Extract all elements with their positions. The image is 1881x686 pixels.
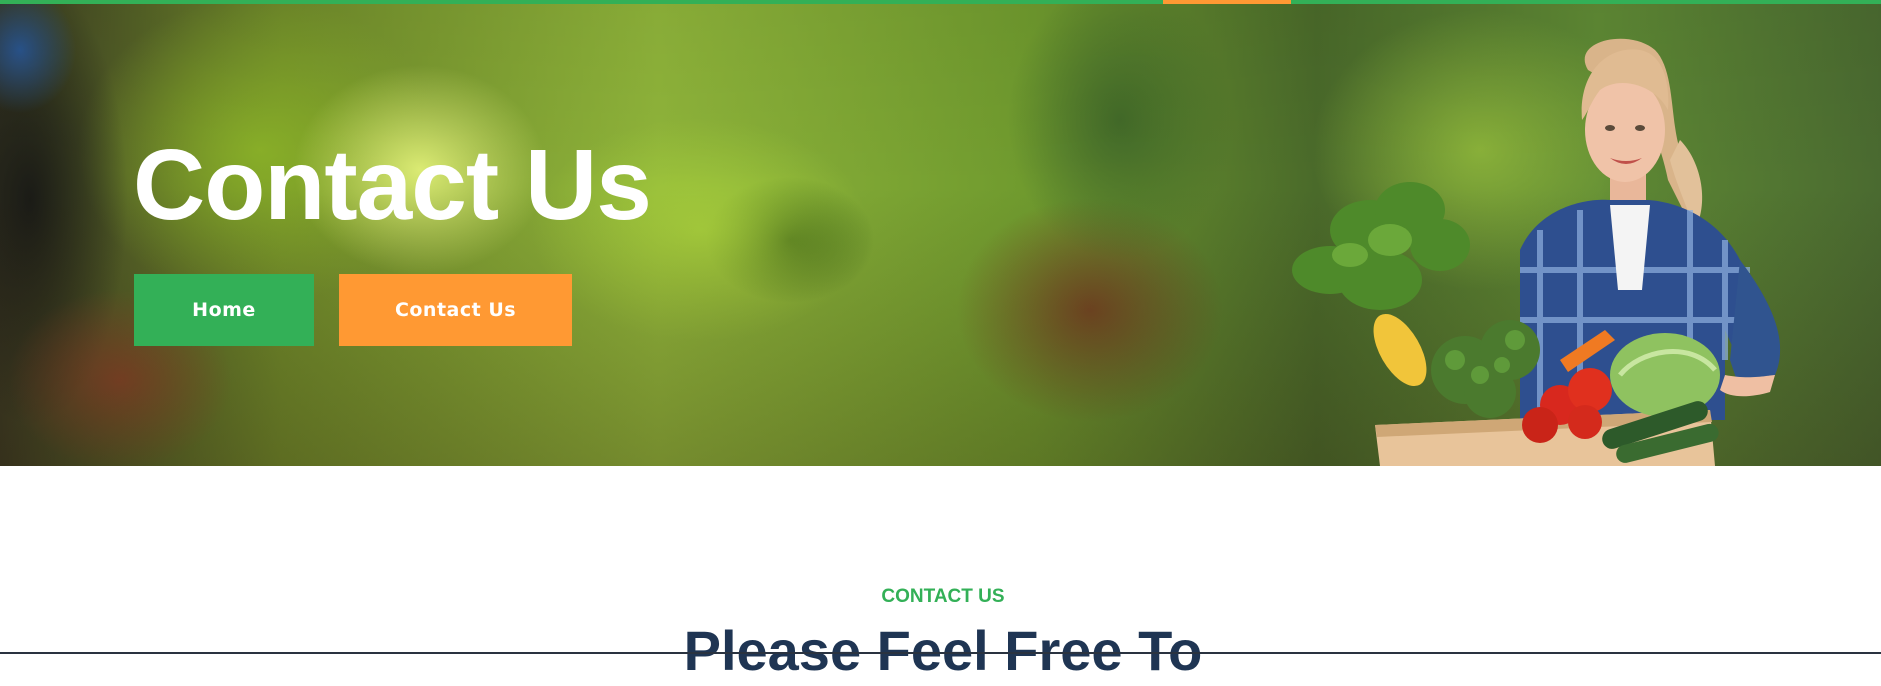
page-hero-banner: Contact Us Home Contact Us bbox=[0, 0, 1881, 466]
page-title: Contact Us bbox=[133, 129, 652, 241]
breadcrumb-home-link[interactable]: Home bbox=[134, 274, 314, 346]
top-accent-bar-highlight bbox=[1163, 0, 1291, 4]
breadcrumb-current-page[interactable]: Contact Us bbox=[339, 274, 572, 346]
section-heading: Please Feel Free To bbox=[683, 619, 1203, 682]
hero-illustration-woman-with-vegetables bbox=[1292, 38, 1781, 466]
contact-intro-section: CONTACT US Please Feel Free To bbox=[0, 466, 1881, 682]
section-eyebrow-label: CONTACT US bbox=[881, 586, 1005, 607]
top-accent-bar bbox=[0, 0, 1881, 4]
